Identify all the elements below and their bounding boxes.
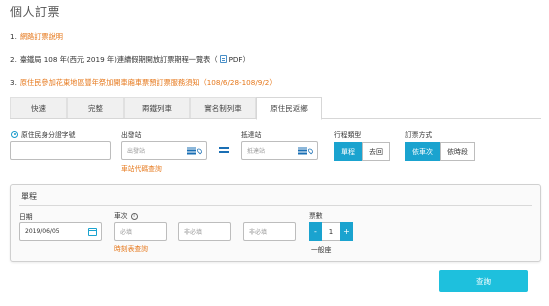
notes-list: 1. 網路訂票說明 2. 臺鐵局 108 年(西元 2019 年)連續假期開放訂… — [10, 25, 540, 94]
date-input[interactable]: 2019/06/05 — [19, 222, 102, 241]
from-station-label: 出發站 — [121, 131, 142, 139]
page-title: 個人訂票 — [10, 5, 61, 19]
ticket-count-stepper: - 1 + — [309, 222, 353, 241]
booking-method-group: 依車次 依時段 — [405, 142, 475, 161]
date-value: 2019/06/05 — [25, 228, 60, 235]
train-number-placeholder: 必填 — [120, 229, 133, 236]
seat-type-label: 一般座 — [311, 246, 332, 254]
note-number: 3. — [10, 78, 17, 87]
by-time-period-button[interactable]: 依時段 — [440, 142, 475, 161]
to-station-icons — [298, 147, 314, 154]
search-button[interactable]: 查詢 — [439, 270, 528, 292]
radio-selected-icon — [11, 130, 18, 138]
train-number-label-row: 車次 i — [114, 210, 138, 220]
tab-real-name-train[interactable]: 實名制列車 — [190, 97, 256, 118]
from-station-input[interactable]: 出發站 — [121, 141, 207, 160]
list-icon[interactable] — [187, 147, 196, 154]
increment-button[interactable]: + — [340, 222, 353, 241]
swap-icon[interactable] — [218, 145, 230, 155]
booking-tabs: 快速 完整 兩鐵列車 實名制列車 原住民返鄉 — [10, 97, 541, 120]
panel-divider — [19, 205, 532, 206]
map-pin-icon[interactable] — [307, 147, 314, 154]
harvest-festival-notice-link[interactable]: 原住民參加花東地區豐年祭加開車廂車票預訂票服務須知（108/6/28-108/9… — [20, 71, 277, 94]
note-1: 1. 網路訂票說明 — [10, 25, 540, 48]
calendar-icon[interactable] — [88, 227, 97, 236]
holiday-schedule-text[interactable]: 臺鐵局 108 年(西元 2019 年)連續假期開放訂票期程一覽表（ — [20, 48, 218, 71]
online-booking-instructions-link[interactable]: 網路訂票說明 — [20, 25, 63, 48]
note-2: 2. 臺鐵局 108 年(西元 2019 年)連續假期開放訂票期程一覽表（ PD… — [10, 48, 540, 71]
info-icon[interactable]: i — [130, 212, 138, 220]
tab-indigenous-return[interactable]: 原住民返鄉 — [256, 97, 322, 120]
note-close-paren: ） — [242, 55, 250, 64]
booking-method-label: 訂票方式 — [405, 131, 433, 139]
to-station-input[interactable]: 抵達站 — [241, 141, 318, 160]
id-number-input[interactable] — [10, 141, 111, 160]
pdf-label[interactable]: PDF — [229, 48, 243, 71]
tab-bike-train[interactable]: 兩鐵列車 — [124, 97, 190, 118]
id-number-radio[interactable]: 原住民身分證字號 — [11, 129, 75, 139]
ticket-count-label: 票數 — [309, 212, 323, 220]
train-number-input-1[interactable]: 必填 — [114, 222, 167, 241]
note-3: 3. 原住民參加花東地區豐年祭加開車廂車票預訂票服務須知（108/6/28-10… — [10, 71, 540, 94]
map-pin-icon[interactable] — [196, 147, 203, 154]
train-number-label: 車次 — [114, 212, 128, 220]
station-code-lookup-link[interactable]: 車站代碼查詢 — [121, 163, 162, 173]
tab-complete[interactable]: 完整 — [67, 97, 124, 118]
to-station-placeholder: 抵達站 — [247, 148, 266, 155]
decrement-button[interactable]: - — [309, 222, 322, 241]
from-station-icons — [187, 147, 203, 154]
to-station-label: 抵達站 — [241, 131, 262, 139]
trip-type-one-way-button[interactable]: 單程 — [334, 142, 362, 161]
train-number-placeholder: 非必填 — [184, 229, 203, 236]
train-number-input-2[interactable]: 非必填 — [178, 222, 231, 241]
train-number-input-3[interactable]: 非必填 — [243, 222, 296, 241]
list-icon[interactable] — [298, 147, 307, 154]
note-number: 1. — [10, 32, 17, 41]
train-number-placeholder: 非必填 — [249, 229, 268, 236]
note-number: 2. — [10, 55, 17, 64]
tab-quick[interactable]: 快速 — [10, 97, 67, 118]
trip-type-round-trip-button[interactable]: 去回 — [362, 142, 390, 161]
from-station-placeholder: 出發站 — [127, 148, 146, 155]
trip-type-group: 單程 去回 — [334, 142, 390, 161]
id-number-label: 原住民身分證字號 — [21, 131, 76, 139]
date-label: 日期 — [19, 213, 33, 221]
trip-type-label: 行程類型 — [334, 131, 362, 139]
ticket-count-value[interactable]: 1 — [322, 222, 340, 241]
by-train-number-button[interactable]: 依車次 — [405, 142, 440, 161]
panel-title: 單程 — [21, 192, 37, 201]
pdf-icon — [219, 55, 227, 63]
timetable-lookup-link[interactable]: 時刻表查詢 — [114, 243, 148, 253]
